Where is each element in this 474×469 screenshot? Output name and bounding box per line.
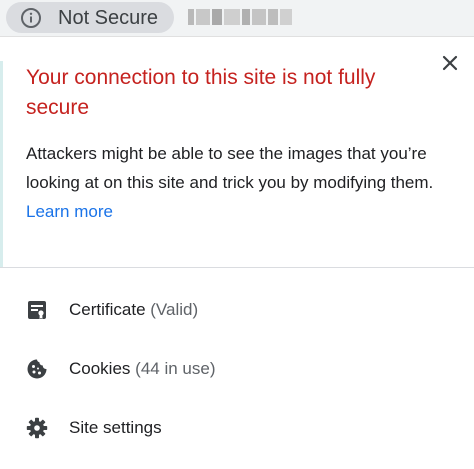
connection-warning-title: Your connection to this site is not full…	[26, 66, 376, 119]
security-status-label: Not Secure	[58, 7, 159, 29]
cookie-icon	[27, 359, 47, 379]
section-divider	[0, 267, 474, 268]
warning-body-text: Attackers might be able to see the image…	[26, 144, 434, 192]
address-bar: Not Secure	[0, 0, 474, 36]
certificate-status: (Valid)	[150, 300, 199, 319]
learn-more-link[interactable]: Learn more	[26, 202, 113, 221]
close-icon[interactable]	[436, 49, 464, 77]
cookies-count: (44 in use)	[135, 359, 216, 378]
url-text-obscured[interactable]	[188, 9, 292, 25]
certificate-label-text: Certificate	[69, 300, 146, 319]
browser-window: Not Secure Your connection to this site …	[0, 0, 474, 469]
site-info-popup: Your connection to this site is not full…	[0, 36, 474, 469]
gear-icon	[26, 417, 48, 439]
site-settings-item[interactable]: Site settings	[0, 404, 474, 452]
info-icon	[21, 8, 41, 28]
security-indicator-chip[interactable]: Not Secure	[6, 2, 174, 33]
certificate-label: Certificate (Valid)	[69, 299, 198, 321]
cookies-label: Cookies (44 in use)	[69, 358, 215, 380]
cookies-label-text: Cookies	[69, 359, 131, 378]
cookies-item[interactable]: Cookies (44 in use)	[0, 345, 474, 393]
popup-accent-bar	[0, 61, 3, 267]
certificate-item[interactable]: Certificate (Valid)	[0, 286, 474, 334]
certificate-icon	[28, 301, 46, 319]
connection-warning-body: Attackers might be able to see the image…	[26, 139, 446, 226]
site-settings-label: Site settings	[69, 418, 162, 437]
